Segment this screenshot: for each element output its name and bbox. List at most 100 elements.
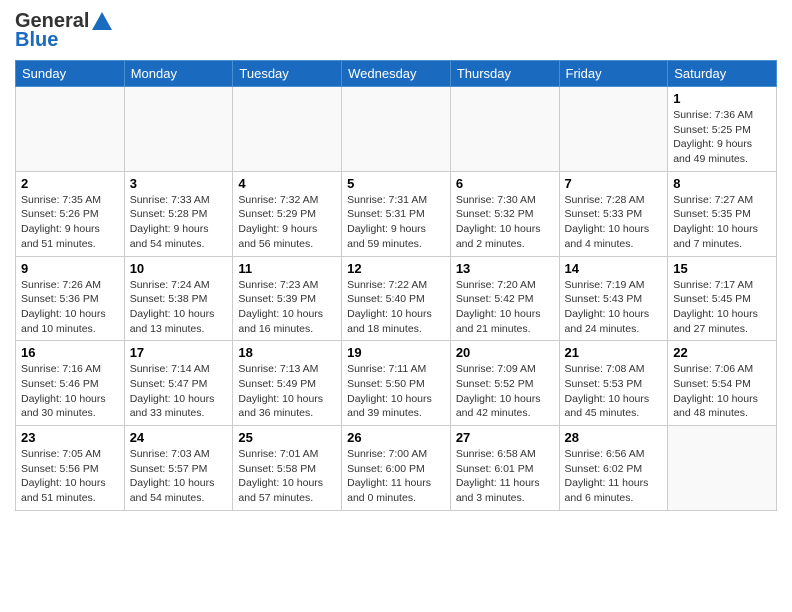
table-row: 17 Sunrise: 7:14 AM Sunset: 5:47 PM Dayli… [124,341,233,426]
table-row [124,87,233,172]
day-number: 15 [673,261,771,276]
day-info: Sunrise: 6:58 AM Sunset: 6:01 PM Dayligh… [456,447,554,506]
day-number: 2 [21,176,119,191]
day-info: Sunrise: 7:28 AM Sunset: 5:33 PM Dayligh… [565,193,663,252]
day-info: Sunrise: 7:30 AM Sunset: 5:32 PM Dayligh… [456,193,554,252]
day-number: 9 [21,261,119,276]
day-number: 8 [673,176,771,191]
day-number: 18 [238,345,336,360]
day-number: 20 [456,345,554,360]
table-row: 13 Sunrise: 7:20 AM Sunset: 5:42 PM Dayli… [450,256,559,341]
day-info: Sunrise: 7:23 AM Sunset: 5:39 PM Dayligh… [238,278,336,337]
day-number: 21 [565,345,663,360]
day-number: 11 [238,261,336,276]
table-row: 11 Sunrise: 7:23 AM Sunset: 5:39 PM Dayli… [233,256,342,341]
day-number: 19 [347,345,445,360]
day-number: 26 [347,430,445,445]
table-row: 21Sunrise: 7:08 AM Sunset: 5:53 PM Dayli… [559,341,668,426]
table-row [559,87,668,172]
table-row: 2Sunrise: 7:35 AM Sunset: 5:26 PM Daylig… [16,171,125,256]
table-row: 25 Sunrise: 7:01 AM Sunset: 5:58 PM Dayli… [233,426,342,511]
day-number: 22 [673,345,771,360]
day-info: Sunrise: 7:16 AM Sunset: 5:46 PM Dayligh… [21,362,119,421]
table-row: 27 Sunrise: 6:58 AM Sunset: 6:01 PM Dayli… [450,426,559,511]
table-row: 1 Sunrise: 7:36 AM Sunset: 5:25 PM Daylig… [668,87,777,172]
logo: General Blue [15,10,113,52]
table-row: 24Sunrise: 7:03 AM Sunset: 5:57 PM Dayli… [124,426,233,511]
day-info: Sunrise: 7:31 AM Sunset: 5:31 PM Dayligh… [347,193,445,252]
table-row: 5 Sunrise: 7:31 AM Sunset: 5:31 PM Daylig… [342,171,451,256]
day-number: 7 [565,176,663,191]
col-wednesday: Wednesday [342,61,451,87]
day-number: 25 [238,430,336,445]
table-row: 4 Sunrise: 7:32 AM Sunset: 5:29 PM Daylig… [233,171,342,256]
calendar-week-row: 23 Sunrise: 7:05 AM Sunset: 5:56 PM Dayli… [16,426,777,511]
day-info: Sunrise: 7:03 AM Sunset: 5:57 PM Dayligh… [130,447,228,506]
day-number: 27 [456,430,554,445]
table-row [233,87,342,172]
day-info: Sunrise: 7:24 AM Sunset: 5:38 PM Dayligh… [130,278,228,337]
day-info: Sunrise: 7:32 AM Sunset: 5:29 PM Dayligh… [238,193,336,252]
day-number: 6 [456,176,554,191]
day-number: 3 [130,176,228,191]
day-number: 23 [21,430,119,445]
day-info: Sunrise: 6:56 AM Sunset: 6:02 PM Dayligh… [565,447,663,506]
day-info: Sunrise: 7:22 AM Sunset: 5:40 PM Dayligh… [347,278,445,337]
day-info: Sunrise: 7:20 AM Sunset: 5:42 PM Dayligh… [456,278,554,337]
table-row: 15 Sunrise: 7:17 AM Sunset: 5:45 PM Dayli… [668,256,777,341]
calendar-table: Sunday Monday Tuesday Wednesday Thursday… [15,60,777,511]
table-row: 10Sunrise: 7:24 AM Sunset: 5:38 PM Dayli… [124,256,233,341]
table-row [16,87,125,172]
day-info: Sunrise: 7:05 AM Sunset: 5:56 PM Dayligh… [21,447,119,506]
day-number: 16 [21,345,119,360]
table-row: 3 Sunrise: 7:33 AM Sunset: 5:28 PM Daylig… [124,171,233,256]
day-number: 13 [456,261,554,276]
table-row: 9 Sunrise: 7:26 AM Sunset: 5:36 PM Daylig… [16,256,125,341]
day-number: 5 [347,176,445,191]
day-info: Sunrise: 7:19 AM Sunset: 5:43 PM Dayligh… [565,278,663,337]
day-info: Sunrise: 7:01 AM Sunset: 5:58 PM Dayligh… [238,447,336,506]
day-info: Sunrise: 7:26 AM Sunset: 5:36 PM Dayligh… [21,278,119,337]
calendar-header-row: Sunday Monday Tuesday Wednesday Thursday… [16,61,777,87]
col-saturday: Saturday [668,61,777,87]
page-container: General Blue Sunday Monday Tuesday Wedne… [0,0,792,521]
table-row: 16 Sunrise: 7:16 AM Sunset: 5:46 PM Dayli… [16,341,125,426]
table-row: 6 Sunrise: 7:30 AM Sunset: 5:32 PM Daylig… [450,171,559,256]
table-row: 20 Sunrise: 7:09 AM Sunset: 5:52 PM Dayli… [450,341,559,426]
day-info: Sunrise: 7:09 AM Sunset: 5:52 PM Dayligh… [456,362,554,421]
header-area: General Blue [15,10,777,52]
calendar-body: 1 Sunrise: 7:36 AM Sunset: 5:25 PM Daylig… [16,87,777,511]
calendar-week-row: 9 Sunrise: 7:26 AM Sunset: 5:36 PM Daylig… [16,256,777,341]
table-row: 12 Sunrise: 7:22 AM Sunset: 5:40 PM Dayli… [342,256,451,341]
table-row: 14 Sunrise: 7:19 AM Sunset: 5:43 PM Dayli… [559,256,668,341]
table-row: 22 Sunrise: 7:06 AM Sunset: 5:54 PM Dayli… [668,341,777,426]
day-info: Sunrise: 7:33 AM Sunset: 5:28 PM Dayligh… [130,193,228,252]
day-number: 4 [238,176,336,191]
col-sunday: Sunday [16,61,125,87]
calendar-week-row: 2Sunrise: 7:35 AM Sunset: 5:26 PM Daylig… [16,171,777,256]
table-row [450,87,559,172]
col-tuesday: Tuesday [233,61,342,87]
day-info: Sunrise: 7:14 AM Sunset: 5:47 PM Dayligh… [130,362,228,421]
table-row: 18 Sunrise: 7:13 AM Sunset: 5:49 PM Dayli… [233,341,342,426]
calendar-week-row: 16 Sunrise: 7:16 AM Sunset: 5:46 PM Dayli… [16,341,777,426]
table-row: 8Sunrise: 7:27 AM Sunset: 5:35 PM Daylig… [668,171,777,256]
day-number: 17 [130,345,228,360]
day-number: 1 [673,91,771,106]
table-row [342,87,451,172]
table-row: 19 Sunrise: 7:11 AM Sunset: 5:50 PM Dayli… [342,341,451,426]
col-friday: Friday [559,61,668,87]
table-row: 23 Sunrise: 7:05 AM Sunset: 5:56 PM Dayli… [16,426,125,511]
day-info: Sunrise: 7:11 AM Sunset: 5:50 PM Dayligh… [347,362,445,421]
day-number: 14 [565,261,663,276]
day-info: Sunrise: 7:06 AM Sunset: 5:54 PM Dayligh… [673,362,771,421]
logo-content: General Blue [15,10,113,52]
day-info: Sunrise: 7:13 AM Sunset: 5:49 PM Dayligh… [238,362,336,421]
day-info: Sunrise: 7:17 AM Sunset: 5:45 PM Dayligh… [673,278,771,337]
day-info: Sunrise: 7:36 AM Sunset: 5:25 PM Dayligh… [673,108,771,167]
col-monday: Monday [124,61,233,87]
day-info: Sunrise: 7:00 AM Sunset: 6:00 PM Dayligh… [347,447,445,506]
day-number: 12 [347,261,445,276]
table-row [668,426,777,511]
day-number: 28 [565,430,663,445]
